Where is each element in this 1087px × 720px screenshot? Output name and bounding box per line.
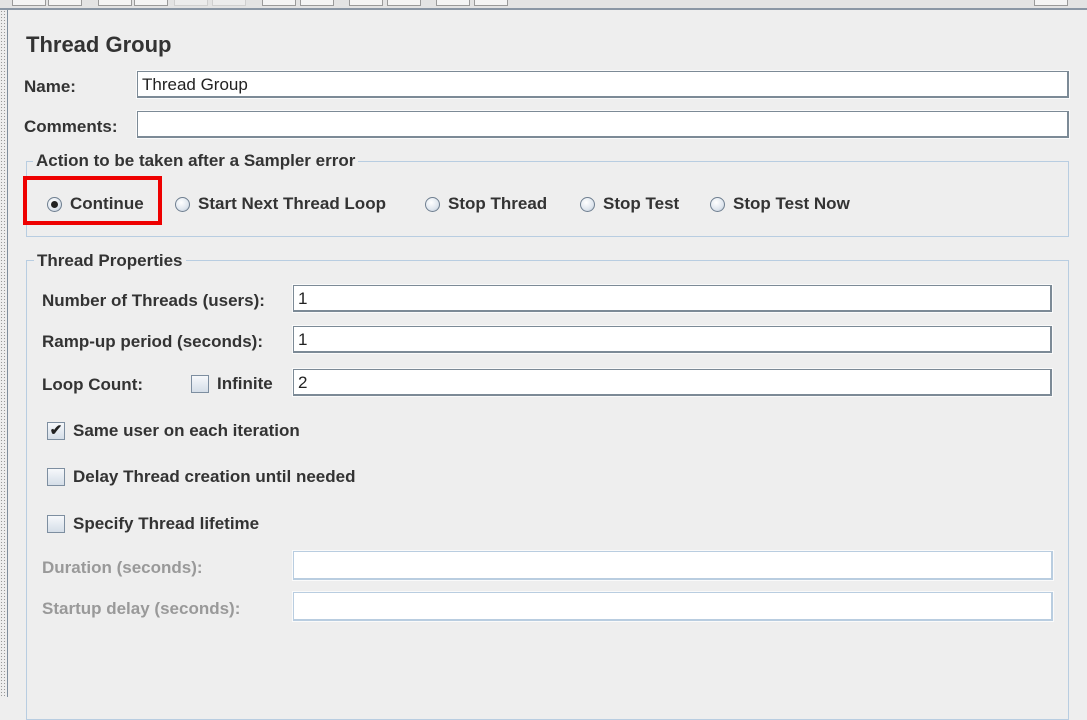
startup-delay-input[interactable] <box>292 591 1054 622</box>
comments-input[interactable] <box>136 110 1070 139</box>
thread-properties-legend: Thread Properties <box>34 251 186 271</box>
delay-creation-checkbox[interactable]: Delay Thread creation until needed <box>47 467 355 487</box>
duration-input[interactable] <box>292 550 1054 581</box>
radio-stop-test[interactable]: Stop Test <box>580 194 679 214</box>
splitter-handle[interactable] <box>0 10 7 697</box>
checkbox-label: Infinite <box>217 374 273 393</box>
divider <box>7 10 8 697</box>
name-label: Name: <box>24 77 76 96</box>
checkbox-label: Same user on each iteration <box>73 421 300 440</box>
startup-delay-label: Startup delay (seconds): <box>42 599 241 618</box>
rampup-label: Ramp-up period (seconds): <box>42 332 264 351</box>
checkbox-label: Specify Thread lifetime <box>73 514 260 533</box>
toolbar-button[interactable] <box>349 0 383 6</box>
radio-unselected-icon <box>175 196 190 212</box>
toolbar-button[interactable] <box>1034 0 1068 6</box>
checkbox-label: Delay Thread creation until needed <box>73 467 356 486</box>
loop-count-label: Loop Count: <box>42 375 144 394</box>
toolbar-button[interactable] <box>174 0 208 6</box>
radio-unselected-icon <box>710 196 725 212</box>
thread-lifetime-checkbox[interactable]: Specify Thread lifetime <box>47 514 259 534</box>
radio-label: Stop Test <box>603 194 680 213</box>
toolbar <box>0 0 1087 10</box>
num-threads-input[interactable]: 1 <box>292 284 1053 313</box>
page-title: Thread Group <box>26 32 172 57</box>
radio-label: Stop Test Now <box>733 194 850 213</box>
checkbox-unchecked-icon <box>47 468 65 486</box>
radio-label: Start Next Thread Loop <box>198 194 386 213</box>
radio-start-next-thread-loop[interactable]: Start Next Thread Loop <box>175 194 386 214</box>
toolbar-button[interactable] <box>474 0 508 6</box>
checkbox-unchecked-icon <box>47 515 65 533</box>
toolbar-button[interactable] <box>212 0 246 6</box>
radio-label: Stop Thread <box>448 194 548 213</box>
comments-label: Comments: <box>24 117 118 136</box>
same-user-checkbox[interactable]: ✔ Same user on each iteration <box>47 421 300 441</box>
toolbar-button[interactable] <box>387 0 421 6</box>
sampler-error-legend: Action to be taken after a Sampler error <box>33 151 359 171</box>
toolbar-button[interactable] <box>262 0 296 6</box>
name-input[interactable]: Thread Group <box>136 70 1070 99</box>
toolbar-button[interactable] <box>12 0 46 6</box>
toolbar-button[interactable] <box>436 0 470 6</box>
radio-stop-thread[interactable]: Stop Thread <box>425 194 547 214</box>
toolbar-button[interactable] <box>134 0 168 6</box>
checkbox-unchecked-icon <box>191 375 209 393</box>
toolbar-button[interactable] <box>48 0 82 6</box>
toolbar-button[interactable] <box>98 0 132 6</box>
radio-unselected-icon <box>580 196 595 212</box>
highlight-box <box>23 176 162 225</box>
loop-count-input[interactable]: 2 <box>292 368 1053 397</box>
num-threads-label: Number of Threads (users): <box>42 291 265 310</box>
rampup-input[interactable]: 1 <box>292 325 1053 354</box>
toolbar-button[interactable] <box>300 0 334 6</box>
duration-label: Duration (seconds): <box>42 558 203 577</box>
checkbox-checked-icon: ✔ <box>47 422 65 440</box>
infinite-checkbox[interactable]: Infinite <box>191 374 273 394</box>
radio-stop-test-now[interactable]: Stop Test Now <box>710 194 850 214</box>
radio-unselected-icon <box>425 196 440 212</box>
